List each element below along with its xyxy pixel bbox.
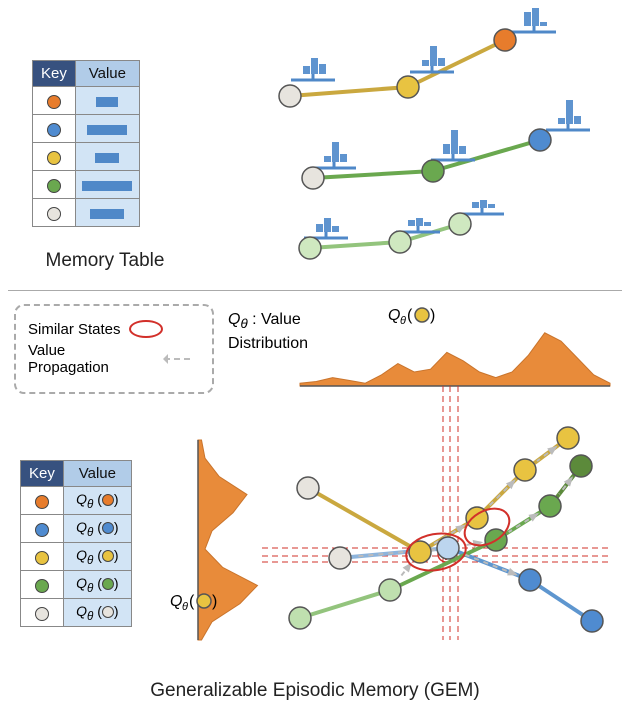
bottom-graph: Qθ()Qθ() [0,0,630,712]
svg-text:θ: θ [400,315,406,327]
svg-text:Q: Q [170,593,182,610]
svg-text:(: ( [407,307,413,324]
svg-text:): ) [430,307,435,324]
svg-text:θ: θ [182,601,188,613]
svg-text:(: ( [189,593,195,610]
svg-text:): ) [212,593,217,610]
svg-text:Q: Q [388,307,400,324]
